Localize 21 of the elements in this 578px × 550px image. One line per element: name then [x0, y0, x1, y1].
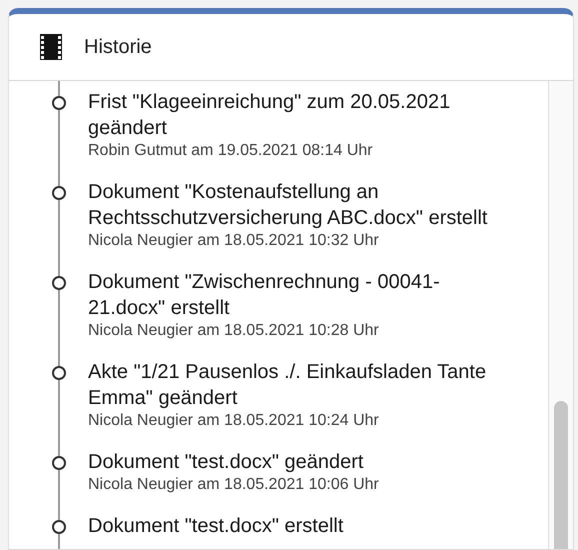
film-icon [40, 34, 62, 60]
scrollbar-track[interactable] [548, 81, 573, 549]
timeline-dot [52, 96, 66, 110]
timeline-dot [52, 366, 66, 380]
scrollbar-thumb[interactable] [554, 401, 568, 549]
entry-meta: Nicola Neugier am 18.05.2021 10:28 Uhr [88, 321, 380, 341]
entry-meta: Robin Gutmut am 19.05.2021 08:14 Uhr [88, 141, 374, 161]
entry-text: Akte "1/21 Pausenlos ./. Einkaufsladen Tante Emma" geändert [88, 360, 488, 411]
panel-title: Historie [84, 36, 152, 58]
entry-meta: Nicola Neugier am 18.05.2021 10:32 Uhr [88, 231, 380, 251]
timeline-dot [52, 456, 66, 470]
entry-text: Dokument "test.docx" geändert [88, 450, 364, 475]
entry-meta: Nicola Neugier am 18.05.2021 10:24 Uhr [88, 411, 380, 431]
entry-text: Dokument "test.docx" erstellt [88, 514, 344, 539]
entry-text: Dokument "Zwischenrechnung - 00041-21.docx" erstellt [88, 270, 441, 321]
timeline-dot [52, 186, 66, 200]
entry-meta: Nicola Neugier am 18.05.2021 10:06 Uhr [88, 475, 379, 495]
entry-text: Dokument "Kostenaufstellung an Rechtsschutzversicherung ABC.docx" erstellt [88, 180, 488, 231]
timeline-dot [52, 520, 66, 534]
timeline-dot [52, 276, 66, 290]
entry-text: Frist "Klageeinreichung" zum 20.05.2021 geändert [88, 90, 452, 141]
